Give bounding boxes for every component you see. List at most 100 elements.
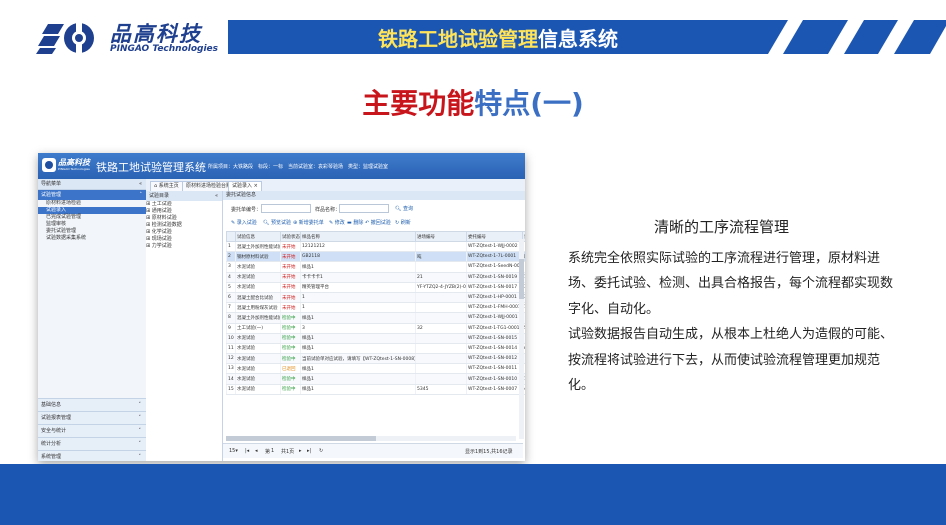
- table-row[interactable]: 15水泥试验检验中样品15345WT-ZQtest-1-SN-0007456: [226, 384, 525, 395]
- status-cell: 未开始: [280, 292, 301, 304]
- enter-test-button[interactable]: ✎ 录入试验: [231, 219, 257, 226]
- nav-item-material-inspection[interactable]: 原材料进场检验: [38, 200, 146, 207]
- table-cell: WT-ZQtest-1-SN-0010: [466, 373, 523, 385]
- table-cell: YF-YTZQ2-4-JYZB(2)-0620: [415, 282, 467, 293]
- tree-item[interactable]: ⊞ 化学试验: [146, 229, 222, 236]
- status-cell: 检验中: [280, 312, 301, 324]
- nav-group-basic-info[interactable]: 基础信息 ˅: [38, 398, 146, 411]
- chevron-down-icon: ˅: [138, 454, 142, 460]
- nav-item-data-collection[interactable]: 试验数据采集系统: [38, 235, 146, 242]
- page-size-select[interactable]: 15▾: [229, 448, 238, 454]
- toolbar: ✎ 录入试验 🔍︎ 预览试验 ⊕ 新增委托单 ✎ 修改 ▬ 删除 ↶ 撤回试验 …: [223, 217, 523, 227]
- table-cell: [415, 312, 467, 324]
- table-cell: 5: [226, 282, 236, 293]
- column-header[interactable]: 试验状态: [280, 231, 301, 242]
- column-header[interactable]: 样品名称: [300, 231, 416, 242]
- horizontal-scrollbar[interactable]: [226, 436, 516, 441]
- nav-group-system[interactable]: 系统管理 ˅: [38, 450, 146, 461]
- slide-heading: 主要功能特点(一): [362, 87, 584, 120]
- table-cell: WT-ZQtest-1-SN-0011: [466, 363, 523, 375]
- tree-item[interactable]: ⊞ 土工试验: [146, 201, 222, 208]
- table-row[interactable]: 5水泥试验未开始精英管理平台YF-YTZQ2-4-JYZB(2)-0620WT-…: [226, 282, 525, 293]
- nav-group-statistics[interactable]: 统计分析 ˅: [38, 437, 146, 450]
- table-cell: 样品1: [300, 312, 416, 324]
- table-row[interactable]: 11水泥试验检验中样品1WT-ZQtest-1-SN-0014m³: [226, 343, 525, 355]
- app-brand-en: PINGAO Technologies: [58, 167, 90, 171]
- nav-item-completed-tests[interactable]: 已完成试验管理: [38, 214, 146, 221]
- table-row[interactable]: 1 混凝土外加剂性能试验 未开始 12121212 WT-ZQtest-1-WJJ-00…: [226, 241, 525, 253]
- table-cell: 样品1: [300, 343, 416, 355]
- edit-button[interactable]: ✎ 修改: [329, 219, 345, 226]
- pagination-summary: 显示1到15,共16记录: [465, 449, 513, 455]
- table-cell: WT-ZQtest-1-SN-0017: [466, 282, 523, 293]
- table-row[interactable]: 14水泥试验检验中样品1WT-ZQtest-1-SN-00101t: [226, 373, 525, 385]
- nav-group-report-management[interactable]: 试验报表管理 ˅: [38, 411, 146, 424]
- table-row[interactable]: 13 水泥试验 已退回 样品1 WT-ZQtest-1-SN-0011: [226, 363, 525, 375]
- chevron-down-icon: ˅: [138, 441, 142, 447]
- column-header[interactable]: 进场编号: [415, 231, 467, 242]
- prev-page-icon[interactable]: ◂: [255, 448, 258, 454]
- table-row[interactable]: 3 水泥试验 未开始 样品1 WT-ZQtest-1-SeedN-0018: [226, 261, 525, 273]
- next-page-icon[interactable]: ▸: [299, 448, 302, 454]
- sample-name-label: 样品名称：: [315, 207, 341, 213]
- nav-group-safety-stats[interactable]: 安全与统计 ˅: [38, 424, 146, 437]
- refresh-button[interactable]: ↻ 刷新: [395, 219, 411, 226]
- first-page-icon[interactable]: |◂: [245, 448, 249, 454]
- vertical-scrollbar[interactable]: [519, 239, 524, 439]
- table-cell: 4: [226, 272, 236, 283]
- table-cell: [415, 333, 467, 344]
- column-header[interactable]: 试验信息: [235, 231, 281, 242]
- table-cell: 水泥试验: [235, 384, 281, 395]
- nav-item-supervisor-review[interactable]: 监理审核: [38, 221, 146, 228]
- table-cell: 精英管理平台: [300, 282, 416, 293]
- nav-item-test-entry[interactable]: 试验录入: [38, 207, 146, 214]
- withdraw-button[interactable]: ↶ 撤回试验: [365, 219, 391, 226]
- table-cell: 8: [226, 312, 236, 324]
- scroll-thumb[interactable]: [519, 259, 524, 299]
- column-header[interactable]: 委托编号: [466, 231, 523, 242]
- test-catalog-tree: 试验目录 « ⊞ 土工试验 ⊞ 通用试验 ⊞ 原材料试验 ⊞ 检测试验数据 ⊞ 化…: [146, 191, 223, 461]
- table-cell: 水泥试验: [235, 261, 281, 273]
- tree-item[interactable]: ⊞ 通用试验: [146, 208, 222, 215]
- collapse-icon[interactable]: «: [215, 191, 218, 201]
- tree-item[interactable]: ⊞ 力学试验: [146, 243, 222, 250]
- last-page-icon[interactable]: ▸|: [307, 448, 311, 454]
- table-row[interactable]: 12 水泥试验 检验中 当前试验单对应试验，请填写【WT-ZQtest-1-SN-00…: [226, 353, 525, 365]
- status-cell: 未开始: [280, 282, 301, 293]
- table-row[interactable]: 10 水泥试验 检验中 样品1 WT-ZQtest-1-SN-0015: [226, 333, 525, 344]
- scroll-thumb[interactable]: [226, 436, 376, 441]
- table-cell: 样品1: [300, 384, 416, 395]
- table-cell: [415, 363, 467, 375]
- collapse-icon[interactable]: «: [139, 179, 142, 189]
- table-cell: 14: [226, 373, 236, 385]
- sample-name-input[interactable]: [339, 204, 389, 213]
- commission-number-input[interactable]: [261, 204, 311, 213]
- table-row[interactable]: 2钢材原材料试验未开始GB2118吨WT-ZQtest-1-7L-0001吨: [226, 251, 525, 263]
- tree-item[interactable]: ⊞ 检测试验数据: [146, 222, 222, 229]
- table-row[interactable]: 8 混凝土外加剂性能试验 检验中 样品1 WT-ZQtest-1-WJJ-0001: [226, 312, 525, 324]
- reload-icon[interactable]: ↻: [319, 448, 323, 454]
- feature-title: 清晰的工序流程管理: [653, 218, 789, 236]
- nav-item-commission-tests[interactable]: 委托试验管理: [38, 228, 146, 235]
- preview-test-button[interactable]: 🔍︎ 预览试验: [263, 219, 291, 226]
- status-cell: 检验中: [280, 353, 301, 365]
- table-row[interactable]: 7混凝土用粉煤灰试验未开始1WT-ZQtest-1-FMH-00011: [226, 302, 525, 314]
- table-cell: 混凝土用粉煤灰试验: [235, 302, 281, 314]
- column-header[interactable]: [226, 231, 236, 242]
- table-cell: [415, 302, 467, 314]
- delete-button[interactable]: ▬ 删除: [347, 219, 363, 226]
- new-commission-button[interactable]: ⊕ 新增委托单: [293, 219, 324, 226]
- table-cell: 混凝土配合比试验: [235, 292, 281, 304]
- page-number[interactable]: 1: [271, 448, 274, 454]
- nav-group-test-management[interactable]: 试验管理 ˄: [38, 190, 146, 200]
- tree-item[interactable]: ⊞ 原材料试验: [146, 215, 222, 222]
- table-row[interactable]: 6混凝土配合比试验未开始1WT-ZQtest-1-HP-00013: [226, 292, 525, 304]
- tree-item[interactable]: ⊞ 现场试验: [146, 236, 222, 243]
- search-button[interactable]: 🔍︎ 查询: [395, 205, 413, 212]
- table-row[interactable]: 9土工试验(一)检验中332WT-ZQtest-1-TG1-00015t: [226, 323, 525, 334]
- table-cell: WT-ZQtest-1-HP-0001: [466, 292, 523, 304]
- table-cell: [415, 292, 467, 304]
- table-row[interactable]: 4水泥试验未开始卡卡卡卡121WT-ZQtest-1-SN-00191212: [226, 272, 525, 283]
- status-cell: 检验中: [280, 384, 301, 395]
- app-header: 品高科技 PINGAO Technologies 铁路工地试验管理系统 所属项目…: [38, 153, 525, 179]
